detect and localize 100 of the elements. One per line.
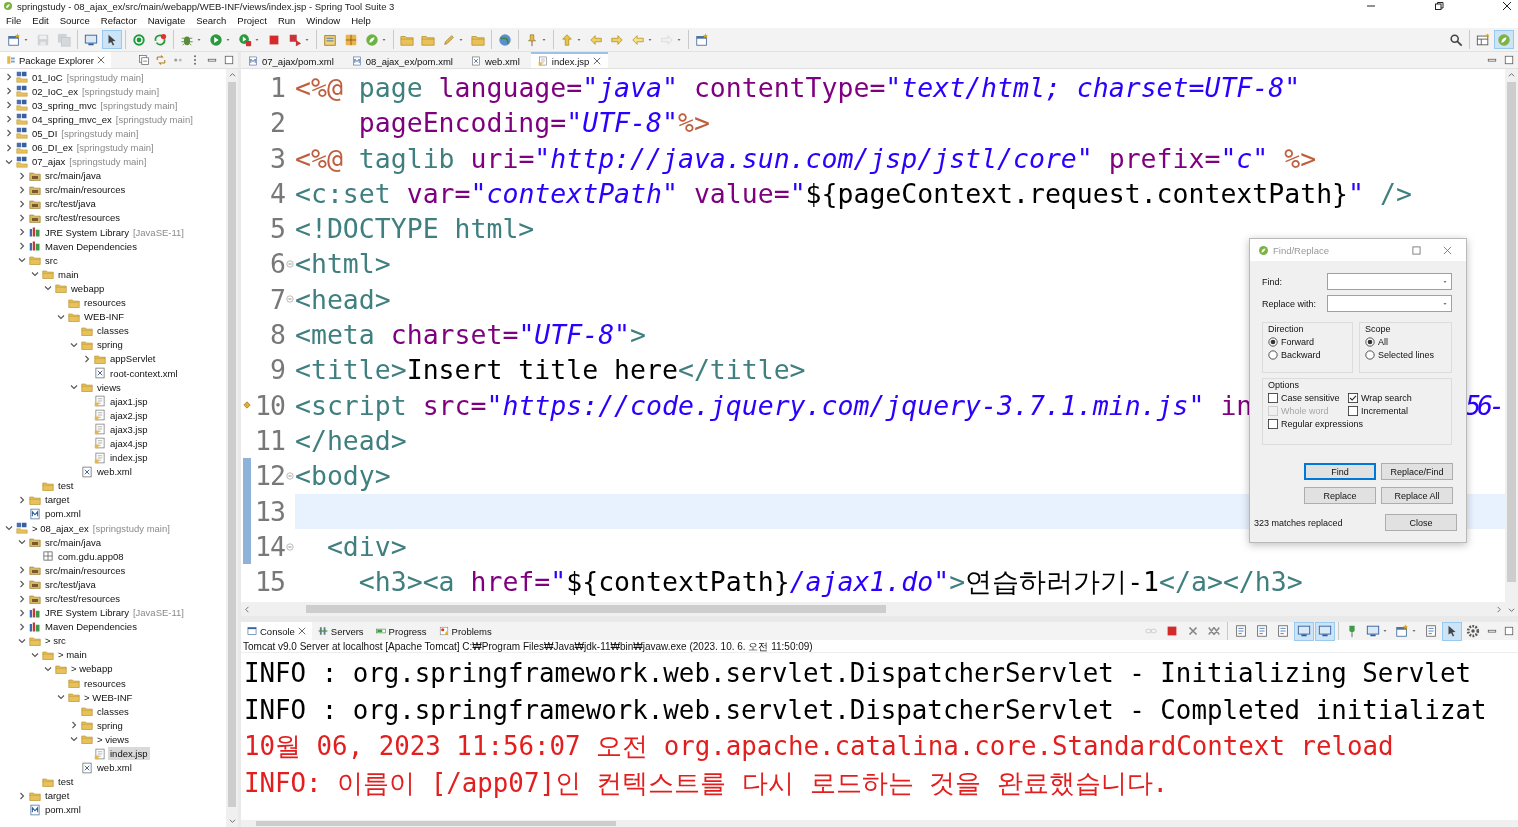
tree-item[interactable]: JRE System Library [43,225,131,239]
scrollbar[interactable] [226,69,238,827]
tree-item[interactable]: ajax4.jsp [108,437,150,450]
close-icon[interactable] [1502,1,1512,11]
tree-item[interactable]: 06_DI_ex [30,141,75,154]
tree-item[interactable]: ajax3.jsp [108,422,150,436]
tree-item[interactable]: > main [56,648,89,662]
scroll-up-icon[interactable] [228,71,236,78]
scrollbar[interactable] [241,602,1505,616]
menu-item[interactable]: Search [196,14,227,26]
tree-item[interactable]: target [43,493,72,507]
menu-item[interactable]: Edit [32,14,49,26]
scroll-up-icon[interactable] [1508,71,1515,78]
tree-item[interactable]: > webapp [69,662,115,676]
view-tab[interactable]: Problems [432,622,498,640]
chevron-right-icon[interactable] [4,72,14,83]
chevron-right-icon[interactable] [69,720,79,731]
tree-item[interactable]: > WEB-INF [82,690,135,704]
tree-item[interactable]: index.jsp [108,747,150,761]
maximize-icon[interactable] [1503,54,1515,66]
chevron-right-icon[interactable] [4,114,14,125]
dialog-button[interactable]: Replace/Find [1381,463,1453,480]
tree-item[interactable]: Maven Dependencies [43,239,139,253]
tree-item[interactable]: target [43,789,72,803]
scroll-down-icon[interactable] [1508,607,1515,614]
tree-item[interactable]: 04_spring_mvc_ex [30,112,114,126]
tree-item[interactable]: 05_DI [30,126,60,140]
tree-item[interactable]: 01_IoC [30,70,65,84]
tree-item[interactable]: ajax1.jsp [108,394,150,408]
tree-item[interactable]: webapp [69,281,107,295]
chevron-right-icon[interactable] [17,184,27,195]
scroll-right-icon[interactable] [1495,605,1502,613]
tree-item[interactable]: src [43,253,60,267]
view-tab[interactable]: Package Explorer [0,52,111,68]
collapse-icon[interactable] [138,54,150,66]
chevron-right-icon[interactable] [17,198,27,209]
tree-item[interactable]: src/main/resources [43,183,128,197]
radio-button[interactable] [1365,337,1375,347]
chevron-right-icon[interactable] [4,100,14,111]
menu-item[interactable]: Project [237,14,267,26]
tree-item[interactable]: spring [95,718,125,732]
tree-item[interactable]: resources [82,676,128,690]
toolbar-button[interactable] [102,30,122,49]
tree-item[interactable]: > 08_ajax_ex [30,521,91,535]
editor-tab[interactable]: web.xml [463,52,527,68]
tree-item[interactable]: pom.xml [43,507,83,521]
radio-button[interactable] [1268,350,1278,360]
chevron-right-icon[interactable] [17,565,27,576]
tree-item[interactable]: JRE System Library [43,606,131,620]
tree-item[interactable]: src/main/java [43,535,103,549]
checkbox[interactable] [1348,393,1358,403]
tree-item[interactable]: views [95,380,123,394]
tree-item[interactable]: web.xml [95,465,134,479]
tree-item[interactable]: src/main/java [43,169,103,183]
tree-item[interactable]: root-context.xml [108,366,180,380]
chevron-right-icon[interactable] [17,170,27,181]
menu-item[interactable]: Refactor [100,14,137,26]
tree-item[interactable]: src/test/java [43,197,98,211]
close-button[interactable]: Close [1385,514,1457,531]
maximize-icon[interactable] [1412,245,1421,255]
tree-item[interactable]: > src [43,634,68,648]
chevron-right-icon[interactable] [17,790,27,801]
menu-item[interactable]: Window [306,14,341,26]
tree-item[interactable]: 07_ajax [30,155,68,169]
tree-item[interactable]: resources [82,296,128,310]
menu-item[interactable]: Help [351,14,371,26]
tree-item[interactable]: 03_spring_mvc [30,98,99,112]
scrollbar[interactable] [241,820,1518,827]
chevron-right-icon[interactable] [17,241,27,252]
view-tab[interactable]: Servers [311,622,370,640]
tree-item[interactable]: src/test/resources [43,592,122,605]
scroll-down-icon[interactable] [228,818,236,825]
restore-icon[interactable] [1434,1,1444,11]
tree-item[interactable]: com.gdu.app08 [56,549,126,563]
maximize-icon[interactable] [1503,625,1515,637]
menu-item[interactable]: Source [59,14,90,26]
editor-tab[interactable]: index.jsp [530,52,609,68]
chevron-right-icon[interactable] [17,593,27,604]
dialog-button[interactable]: Find [1304,463,1376,480]
dialog-button[interactable]: Replace [1304,487,1376,504]
maximize-icon[interactable] [223,54,235,66]
chevron-right-icon[interactable] [17,607,27,618]
tree-item[interactable]: 02_IoC_ex [30,84,80,98]
checkbox[interactable] [1268,419,1278,429]
chevron-right-icon[interactable] [4,128,14,139]
chevron-right-icon[interactable] [4,142,14,153]
tree-item[interactable]: test [56,479,76,493]
toolbar-button[interactable] [1442,621,1462,641]
tree-item[interactable]: classes [95,704,131,718]
menu-item[interactable]: Navigate [147,14,186,26]
chevron-right-icon[interactable] [4,86,14,97]
menu-item[interactable]: Run [277,14,296,26]
tree-item[interactable]: src/main/resources [43,563,128,577]
chevron-right-icon[interactable] [17,579,27,590]
tree-item[interactable]: pom.xml [43,803,83,817]
tree-item[interactable]: src/test/resources [43,211,122,225]
scroll-left-icon[interactable] [244,605,251,613]
sync-icon[interactable] [155,54,167,66]
view-tab[interactable]: Console [241,622,312,640]
tree-item[interactable]: main [56,267,81,281]
